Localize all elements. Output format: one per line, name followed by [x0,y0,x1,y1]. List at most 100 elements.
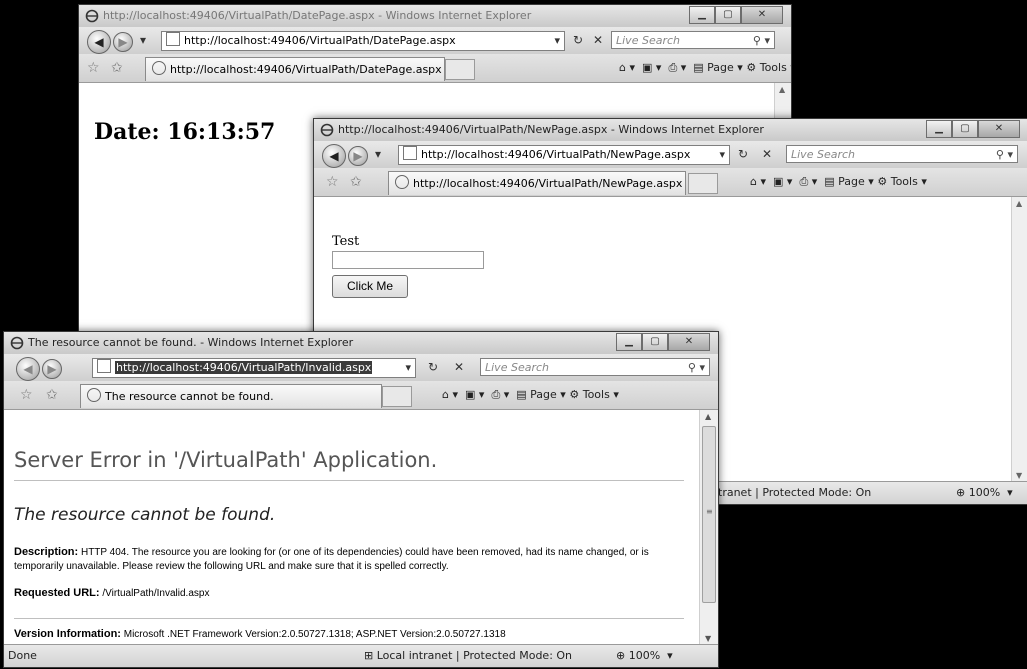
page-menu[interactable]: ▤ Page ▾ [824,175,874,188]
page-icon [97,359,111,373]
ie-window-error[interactable]: The resource cannot be found. - Windows … [3,331,719,668]
search-input[interactable]: Live Search ⚲ ▾ [611,31,775,49]
page-icon: ▤ [516,388,527,401]
print-icon[interactable]: ⎙ ▾ [799,175,817,188]
back-icon[interactable]: ◀ [87,30,111,54]
minimize-button[interactable]: ▁ [689,6,715,24]
requested-url-text: /VirtualPath/Invalid.aspx [102,588,210,599]
history-dropdown-icon[interactable]: ▾ [372,145,384,163]
home-icon[interactable]: ⌂ ▾ [442,388,458,401]
close-button[interactable]: ✕ [668,333,710,351]
maximize-button[interactable]: ▢ [715,6,741,24]
search-input[interactable]: Live Search ⚲ ▾ [786,145,1018,163]
new-tab-button[interactable] [688,173,718,194]
test-input[interactable] [332,251,484,269]
tools-menu[interactable]: ⚙ Tools ▾ [746,61,791,74]
tools-menu[interactable]: ⚙ Tools ▾ [569,388,619,401]
stop-icon[interactable]: ✕ [758,145,776,163]
address-url: http://localhost:49406/VirtualPath/DateP… [184,34,456,47]
version-text: Microsoft .NET Framework Version:2.0.507… [123,629,506,640]
title-bar[interactable]: The resource cannot be found. - Windows … [4,332,718,354]
add-favorites-icon[interactable]: ✩ [111,60,123,76]
click-me-button[interactable]: Click Me [332,275,408,298]
status-zone-text: tranet | Protected Mode: On [718,486,872,499]
window-title: http://localhost:49406/VirtualPath/DateP… [103,9,532,22]
error-heading: Server Error in '/VirtualPath' Applicati… [14,448,438,472]
address-url: http://localhost:49406/VirtualPath/Inval… [115,361,373,374]
close-button[interactable]: ✕ [978,120,1020,138]
page-menu[interactable]: ▤ Page ▾ [516,388,566,401]
page-menu[interactable]: ▤ Page ▾ [693,61,743,74]
vertical-scrollbar[interactable]: ▲ ▼ [1011,197,1027,482]
zoom-control[interactable]: ⊕ 100% ▾ [616,645,673,667]
address-row: ◀ ▶ ▾ http://localhost:49406/VirtualPath… [314,141,1027,168]
search-icon[interactable]: ⚲ ▾ [996,146,1013,164]
address-bar[interactable]: http://localhost:49406/VirtualPath/DateP… [161,31,565,51]
forward-icon[interactable]: ▶ [42,359,62,379]
requested-url-label: Requested URL: [14,587,100,599]
title-bar[interactable]: http://localhost:49406/VirtualPath/DateP… [79,5,791,27]
search-input[interactable]: Live Search ⚲ ▾ [480,358,710,376]
tab-newpage[interactable]: http://localhost:49406/VirtualPath/NewPa… [388,171,686,195]
version-rule [14,618,684,619]
minimize-button[interactable]: ▁ [616,333,642,351]
command-bar: ⌂ ▾ ▣ ▾ ⎙ ▾ ▤ Page ▾ ⚙ Tools ▾ [442,388,619,402]
back-icon[interactable]: ◀ [16,357,40,381]
history-dropdown-icon[interactable]: ▾ [137,31,149,49]
maximize-button[interactable]: ▢ [952,120,978,138]
tools-icon: ⚙ [877,175,888,188]
tab-datepage[interactable]: http://localhost:49406/VirtualPath/DateP… [145,57,445,81]
favorites-star-icon[interactable]: ☆ [326,174,339,190]
description-block: Description: HTTP 404. The resource you … [14,545,684,574]
tab-row: ☆ ✩ http://localhost:49406/VirtualPath/D… [79,54,791,83]
tools-menu[interactable]: ⚙ Tools ▾ [877,175,927,188]
add-favorites-icon[interactable]: ✩ [46,387,58,403]
close-button[interactable]: ✕ [741,6,783,24]
minimize-button[interactable]: ▁ [926,120,952,138]
new-tab-button[interactable] [445,59,475,80]
address-bar[interactable]: http://localhost:49406/VirtualPath/Inval… [92,358,416,378]
new-tab-button[interactable] [382,386,412,407]
feeds-icon[interactable]: ▣ ▾ [465,388,484,401]
print-icon[interactable]: ⎙ ▾ [491,388,509,401]
search-icon[interactable]: ⚲ ▾ [688,359,705,377]
command-bar: ⌂ ▾ ▣ ▾ ⎙ ▾ ▤ Page ▾ ⚙ Tools ▾ [619,61,791,75]
forward-icon[interactable]: ▶ [348,146,368,166]
back-icon[interactable]: ◀ [322,144,346,168]
favorites-star-icon[interactable]: ☆ [20,387,33,403]
refresh-icon[interactable]: ↻ [424,358,442,376]
stop-icon[interactable]: ✕ [589,31,607,49]
stop-icon[interactable]: ✕ [450,358,468,376]
zoom-icon: ⊕ [616,649,626,662]
tab-error[interactable]: The resource cannot be found. [80,384,382,408]
intranet-icon: ⊞ [364,649,374,662]
vertical-scrollbar[interactable]: ▲ ≡ ▼ [699,410,718,645]
print-icon[interactable]: ⎙ ▾ [668,61,686,74]
address-bar[interactable]: http://localhost:49406/VirtualPath/NewPa… [398,145,730,165]
description-label: Description: [14,546,79,558]
status-text: Done [8,649,37,662]
tab-row: ☆ ✩ The resource cannot be found. ⌂ ▾ ▣ … [4,381,718,410]
maximize-button[interactable]: ▢ [642,333,668,351]
home-icon[interactable]: ⌂ ▾ [750,175,766,188]
title-bar[interactable]: http://localhost:49406/VirtualPath/NewPa… [314,119,1027,141]
home-icon[interactable]: ⌂ ▾ [619,61,635,74]
scrollbar-thumb[interactable]: ≡ [702,426,716,603]
search-icon[interactable]: ⚲ ▾ [753,32,770,50]
requested-url-block: Requested URL: /VirtualPath/Invalid.aspx [14,587,209,599]
feeds-icon[interactable]: ▣ ▾ [642,61,661,74]
window-title: The resource cannot be found. - Windows … [28,336,354,349]
ie-icon [152,61,166,75]
status-bar: Done ⊞ Local intranet | Protected Mode: … [4,644,718,667]
refresh-icon[interactable]: ↻ [569,31,587,49]
feeds-icon[interactable]: ▣ ▾ [773,175,792,188]
address-url: http://localhost:49406/VirtualPath/NewPa… [421,148,691,161]
zoom-control[interactable]: ⊕ 100% ▾ [956,482,1013,504]
ie-icon [320,123,334,137]
favorites-star-icon[interactable]: ☆ [87,60,100,76]
add-favorites-icon[interactable]: ✩ [350,174,362,190]
page-icon [403,146,417,160]
tools-icon: ⚙ [746,61,757,74]
refresh-icon[interactable]: ↻ [734,145,752,163]
forward-icon[interactable]: ▶ [113,32,133,52]
